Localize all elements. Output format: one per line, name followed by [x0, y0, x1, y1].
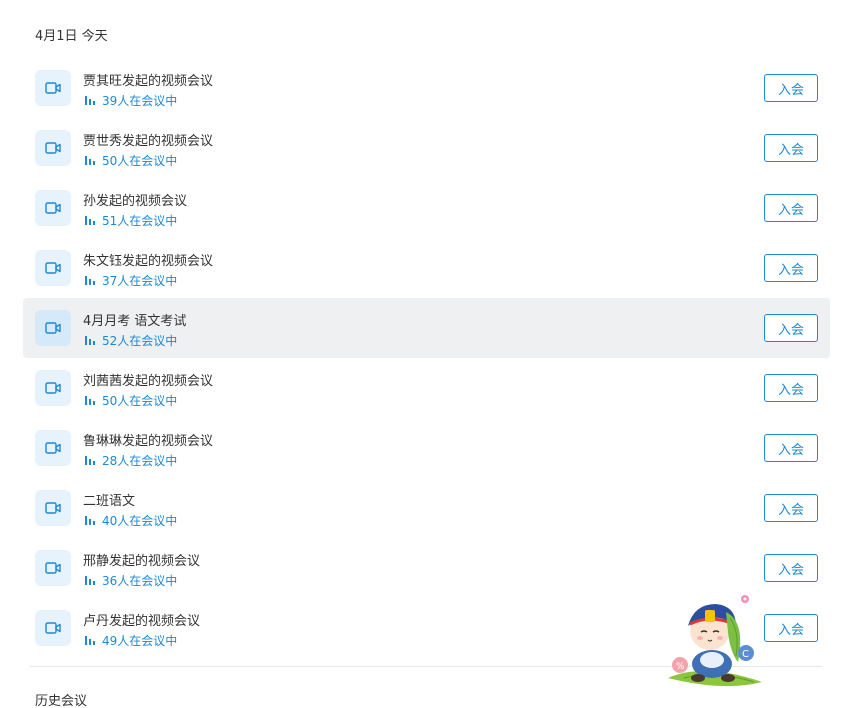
- participant-status: 36人在会议中: [83, 572, 177, 589]
- participant-status: 28人在会议中: [83, 452, 177, 469]
- participant-count: 50人在会议中: [102, 154, 178, 168]
- participant-count: 50人在会议中: [102, 394, 178, 408]
- participant-status: 50人在会议中: [83, 152, 177, 169]
- meeting-title: 4月月考 语文考试: [83, 314, 187, 329]
- meeting-row-hovered[interactable]: 4月月考 语文考试 52人在会议中 入会: [23, 298, 830, 358]
- join-button[interactable]: 入会: [764, 374, 818, 402]
- video-camera-icon: [35, 370, 71, 406]
- signal-bars-icon: [85, 396, 95, 405]
- join-button[interactable]: 入会: [764, 494, 818, 522]
- signal-bars-icon: [85, 576, 95, 585]
- meeting-title: 贾世秀发起的视频会议: [83, 134, 214, 149]
- meeting-row[interactable]: 贾世秀发起的视频会议 50人在会议中 入会: [23, 118, 830, 178]
- meeting-row[interactable]: 鲁琳琳发起的视频会议 28人在会议中 入会: [23, 418, 830, 478]
- join-button[interactable]: 入会: [764, 434, 818, 462]
- video-camera-icon: [35, 190, 71, 226]
- signal-bars-icon: [85, 216, 95, 225]
- participant-count: 28人在会议中: [102, 454, 178, 468]
- join-button[interactable]: 入会: [764, 614, 818, 642]
- meeting-title: 刘茜茜发起的视频会议: [83, 374, 214, 389]
- participant-status: 50人在会议中: [83, 392, 177, 409]
- meeting-title: 二班语文: [83, 494, 136, 509]
- join-button[interactable]: 入会: [764, 74, 818, 102]
- meeting-row[interactable]: 邢静发起的视频会议 36人在会议中 入会: [23, 538, 830, 598]
- participant-status: 40人在会议中: [83, 512, 177, 529]
- video-camera-icon: [35, 250, 71, 286]
- signal-bars-icon: [85, 336, 95, 345]
- video-camera-icon: [35, 430, 71, 466]
- meeting-list: 贾其旺发起的视频会议 39人在会议中 入会 贾世秀发起的视频会议 50人在会议中…: [23, 58, 830, 658]
- participant-count: 39人在会议中: [102, 94, 178, 108]
- meeting-title: 卢丹发起的视频会议: [83, 614, 201, 629]
- meeting-title: 鲁琳琳发起的视频会议: [83, 434, 214, 449]
- participant-count: 37人在会议中: [102, 274, 178, 288]
- participant-count: 40人在会议中: [102, 514, 178, 528]
- join-button[interactable]: 入会: [764, 554, 818, 582]
- meeting-title: 孙发起的视频会议: [83, 194, 188, 209]
- video-camera-icon: [35, 550, 71, 586]
- meeting-row[interactable]: 孙发起的视频会议 51人在会议中 入会: [23, 178, 830, 238]
- participant-count: 51人在会议中: [102, 214, 178, 228]
- participant-status: 39人在会议中: [83, 92, 177, 109]
- history-section-header: 历史会议: [35, 694, 88, 708]
- mascot-icon: % C: [668, 595, 762, 687]
- video-camera-icon: [35, 70, 71, 106]
- signal-bars-icon: [85, 456, 95, 465]
- video-camera-icon: [35, 310, 71, 346]
- meeting-title: 贾其旺发起的视频会议: [83, 74, 214, 89]
- signal-bars-icon: [85, 276, 95, 285]
- video-camera-icon: [35, 490, 71, 526]
- join-button[interactable]: 入会: [764, 314, 818, 342]
- join-button[interactable]: 入会: [764, 254, 818, 282]
- video-camera-icon: [35, 610, 71, 646]
- participant-status: 49人在会议中: [83, 632, 177, 649]
- video-camera-icon: [35, 130, 71, 166]
- today-section-header: 4月1日 今天: [35, 29, 108, 44]
- meeting-row[interactable]: 朱文钰发起的视频会议 37人在会议中 入会: [23, 238, 830, 298]
- participant-count: 52人在会议中: [102, 334, 178, 348]
- meeting-row[interactable]: 贾其旺发起的视频会议 39人在会议中 入会: [23, 58, 830, 118]
- participant-count: 36人在会议中: [102, 574, 178, 588]
- participant-status: 37人在会议中: [83, 272, 177, 289]
- participant-status: 52人在会议中: [83, 332, 177, 349]
- svg-text:%: %: [676, 662, 685, 672]
- meeting-row[interactable]: 刘茜茜发起的视频会议 50人在会议中 入会: [23, 358, 830, 418]
- svg-text:C: C: [742, 649, 749, 660]
- join-button[interactable]: 入会: [764, 134, 818, 162]
- meeting-row[interactable]: 二班语文 40人在会议中 入会: [23, 478, 830, 538]
- signal-bars-icon: [85, 156, 95, 165]
- signal-bars-icon: [85, 516, 95, 525]
- signal-bars-icon: [85, 636, 95, 645]
- participant-count: 49人在会议中: [102, 634, 178, 648]
- signal-bars-icon: [85, 96, 95, 105]
- participant-status: 51人在会议中: [83, 212, 177, 229]
- meeting-title: 朱文钰发起的视频会议: [83, 254, 214, 269]
- meeting-title: 邢静发起的视频会议: [83, 554, 201, 569]
- join-button[interactable]: 入会: [764, 194, 818, 222]
